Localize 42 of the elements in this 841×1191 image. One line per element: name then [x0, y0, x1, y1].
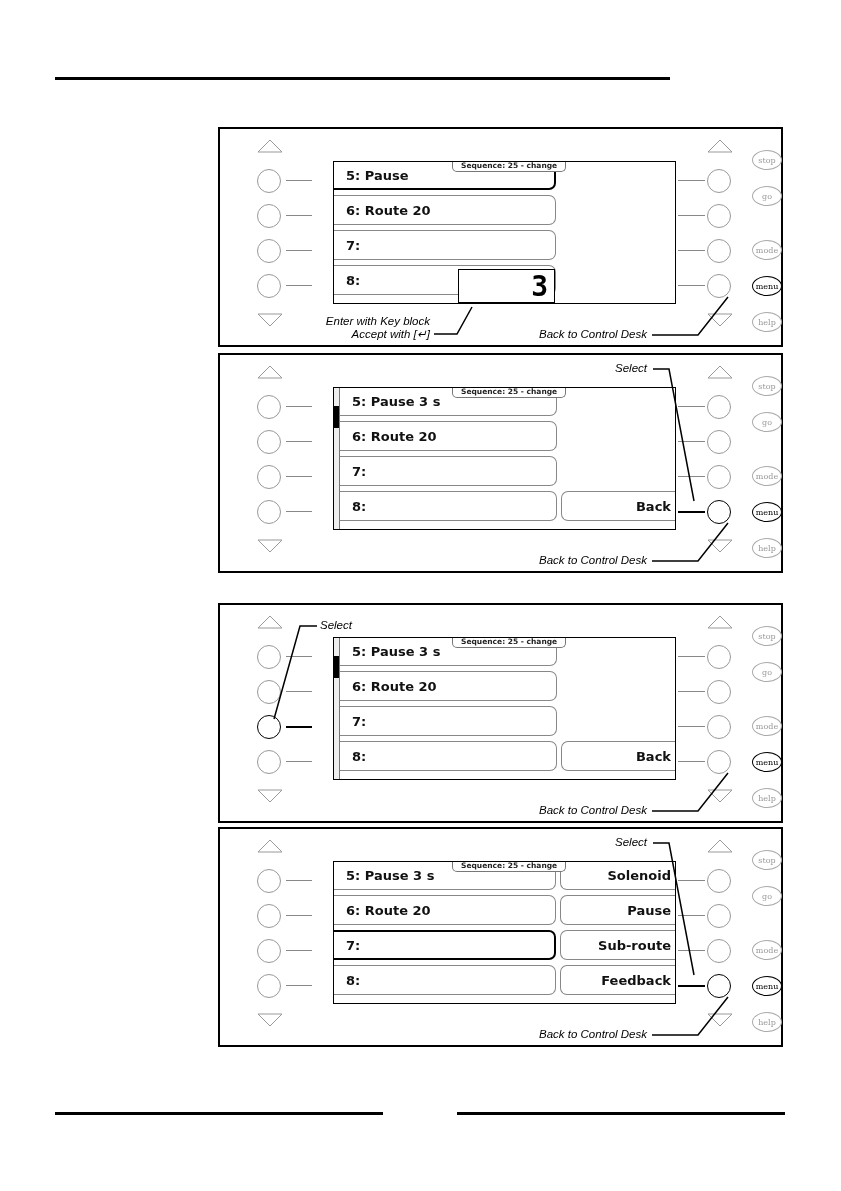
up-arrow-icon[interactable]	[707, 839, 733, 853]
up-arrow-icon[interactable]	[257, 365, 283, 379]
up-arrow-icon[interactable]	[707, 139, 733, 153]
callout-text: Select	[320, 619, 352, 632]
down-arrow-icon[interactable]	[707, 313, 733, 327]
softkey[interactable]: Back	[561, 491, 675, 521]
softkey[interactable]: Back	[561, 741, 675, 771]
up-arrow-icon[interactable]	[257, 615, 283, 629]
sequence-row[interactable]: 7:	[334, 930, 556, 960]
sequence-row[interactable]: 7:	[334, 230, 556, 260]
sequence-row[interactable]: 8:	[340, 491, 557, 521]
side-key[interactable]	[707, 499, 731, 524]
callout-text: Enter with Key block Accept with [↵]	[324, 315, 430, 341]
sequence-row[interactable]: 6: Route 20	[334, 195, 556, 225]
down-arrow-icon[interactable]	[707, 539, 733, 553]
sequence-row[interactable]: 6: Route 20	[340, 421, 557, 451]
down-arrow-icon[interactable]	[707, 789, 733, 803]
callout-text: Back to Control Desk	[538, 804, 647, 817]
softkey[interactable]: Pause	[560, 895, 675, 925]
callout-text: Back to Control Desk	[538, 1028, 647, 1041]
callout-text: Back to Control Desk	[538, 328, 647, 341]
up-arrow-icon[interactable]	[707, 365, 733, 379]
leader-line	[433, 306, 473, 335]
callout-text: Select	[614, 836, 647, 849]
input-field[interactable]: 3	[458, 269, 555, 303]
sequence-row[interactable]: 8:	[340, 741, 557, 771]
callout-text: Back to Control Desk	[538, 554, 647, 567]
sequence-row[interactable]: 7:	[340, 706, 557, 736]
sequence-row[interactable]: 6: Route 20	[340, 671, 557, 701]
side-key[interactable]	[707, 973, 731, 998]
sequence-row[interactable]: 8:	[334, 965, 556, 995]
sequence-row[interactable]: 7:	[340, 456, 557, 486]
up-arrow-icon[interactable]	[257, 139, 283, 153]
softkey[interactable]: Feedback	[560, 965, 675, 995]
up-arrow-icon[interactable]	[257, 839, 283, 853]
sequence-row[interactable]: 6: Route 20	[334, 895, 556, 925]
callout-text: Select	[614, 362, 647, 375]
side-key[interactable]	[257, 679, 281, 704]
down-arrow-icon[interactable]	[707, 1013, 733, 1027]
side-key[interactable]	[257, 714, 281, 739]
up-arrow-icon[interactable]	[707, 615, 733, 629]
softkey[interactable]: Sub-route	[560, 930, 675, 960]
